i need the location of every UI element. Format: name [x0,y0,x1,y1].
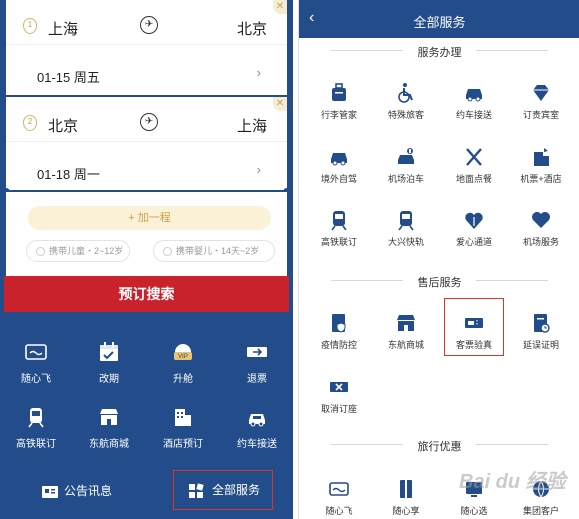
service-car[interactable]: 约车接送 [221,405,293,450]
hotel-icon [175,409,191,426]
item-flight-hotel[interactable]: 机票+酒店 [506,146,576,185]
service-mall[interactable]: 东航商城 [73,405,145,450]
luggage-icon [332,83,346,101]
utensils-icon [466,148,482,166]
booklet-icon [400,480,412,498]
options-card: + 加一程 携带儿童・2~12岁 携带婴儿・14天~2岁 [6,192,287,276]
all-services-panel: ‹ 全部服务 服务办理 行李管家 特殊旅客 约车接送 订贵宾室 境外自驾 机场泊… [298,0,579,519]
item-special-passenger[interactable]: 特殊旅客 [371,82,441,121]
train-icon [28,408,44,428]
item-deal-suixinfei[interactable]: 随心飞 [304,478,374,517]
service-label: 升舱 [173,374,193,385]
swap-icon[interactable]: ✈ [140,16,158,34]
service-label: 退票 [247,374,267,385]
header: ‹ 全部服务 [299,0,579,38]
heart-icon [532,212,550,228]
shield-document-icon [332,314,346,333]
car-icon [466,89,482,102]
service-label: 酒店预订 [163,439,203,450]
ticket-refund-icon [247,347,267,357]
arrival-city-1[interactable]: 北京 [237,18,267,39]
service-suixinfei[interactable]: 随心飞 [0,340,72,385]
date-row-1[interactable]: 01-15 周五 › [6,44,287,85]
item-cancel-booking[interactable]: 取消订座 [304,376,374,415]
wheelchair-icon [398,83,413,103]
svg-text:VIP: VIP [178,354,188,360]
shop-icon [100,409,118,425]
service-label: 改期 [99,374,119,385]
ticket-verify-highlight [444,298,504,356]
service-refund[interactable]: 退票 [221,340,293,385]
departure-date-2: 01-18 周一 [37,167,100,182]
departure-city-1[interactable]: 上海 [48,18,78,39]
booking-panel: ✕ 1 上海 ✈ 北京 01-15 周五 › ✕ 2 北京 ✈ 上海 01-18… [0,0,293,519]
grid-icon [189,483,204,498]
service-reschedule[interactable]: 改期 [73,340,145,385]
cancel-ticket-icon [330,382,348,392]
item-deal-suixinxiang[interactable]: 随心享 [371,478,441,517]
item-overseas-drive[interactable]: 境外自驾 [304,146,374,185]
service-label: 约车接送 [237,439,277,450]
item-vip-lounge[interactable]: 订贵宾室 [506,82,576,121]
car-icon [249,414,265,427]
hotel-icon [534,148,549,166]
service-upgrade[interactable]: VIP 升舱 [147,340,219,385]
train-icon [398,211,414,231]
document-icon [534,314,550,333]
item-baggage[interactable]: 行李管家 [304,82,374,121]
item-epidemic-control[interactable]: 疫情防控 [304,312,374,351]
item-ground-dining[interactable]: 地面点餐 [439,146,509,185]
add-leg-button[interactable]: + 加一程 [28,206,271,230]
chevron-right-icon: › [256,65,261,80]
item-car-transfer[interactable]: 约车接送 [439,82,509,121]
item-daxing-rail[interactable]: 大兴快轨 [371,209,441,248]
section-service-handling: 服务办理 [299,40,579,62]
item-care-channel[interactable]: 爱心通道 [439,209,509,248]
pin-icon: 2 [23,115,37,131]
trip-card-1: ✕ 1 上海 ✈ 北京 01-15 周五 › [6,0,287,95]
departure-city-2[interactable]: 北京 [48,115,78,136]
diamond-icon [533,85,549,101]
child-passenger-toggle[interactable]: 携带儿童・2~12岁 [26,240,130,262]
service-label: 东航商城 [89,439,129,450]
trip-card-2: ✕ 2 北京 ✈ 上海 01-18 周一 › [6,97,287,190]
train-icon [331,211,347,231]
item-airport-parking[interactable]: 机场泊车 [371,146,441,185]
date-row-2[interactable]: 01-18 周一 › [6,141,287,182]
item-train-booking[interactable]: 高铁联订 [304,209,374,248]
pin-icon: 1 [23,18,37,34]
section-after-sales: 售后服务 [299,270,579,292]
service-train[interactable]: 高铁联订 [0,405,72,450]
infant-passenger-toggle[interactable]: 携带婴儿・14天~2岁 [153,240,275,262]
all-services-label: 全部服务 [212,483,261,497]
swap-icon[interactable]: ✈ [140,113,158,131]
section-travel-deals: 旅行优惠 [299,434,579,456]
route-row-2: 2 北京 ✈ 上海 [6,107,287,141]
service-label: 随心飞 [21,374,51,385]
service-hotel[interactable]: 酒店预订 [147,405,219,450]
all-services-button[interactable]: 全部服务 [173,470,273,510]
item-delay-certificate[interactable]: 延误证明 [506,312,576,351]
page-title: 全部服务 [413,15,466,30]
route-row-1: 1 上海 ✈ 北京 [6,10,287,44]
car-icon [331,153,347,166]
seat-upgrade-icon: VIP [174,344,192,360]
notice-icon [42,485,58,498]
parking-icon [398,148,414,164]
notice-link[interactable]: 公告讯息 [42,482,112,499]
shop-icon [397,315,415,331]
departure-date-1: 01-15 周五 [37,70,100,85]
card-icon [329,482,349,496]
watermark: Bai du 经验 [459,471,566,493]
heart-hands-icon [465,212,483,229]
service-label: 高铁联订 [16,439,56,450]
search-button[interactable]: 预订搜索 [4,276,289,312]
notice-label: 公告讯息 [64,484,113,498]
calendar-icon [100,342,118,361]
card-icon [25,344,47,360]
chevron-right-icon: › [256,162,261,177]
item-eastern-mall[interactable]: 东航商城 [371,312,441,351]
arrival-city-2[interactable]: 上海 [237,115,267,136]
item-airport-service[interactable]: 机场服务 [506,209,576,248]
